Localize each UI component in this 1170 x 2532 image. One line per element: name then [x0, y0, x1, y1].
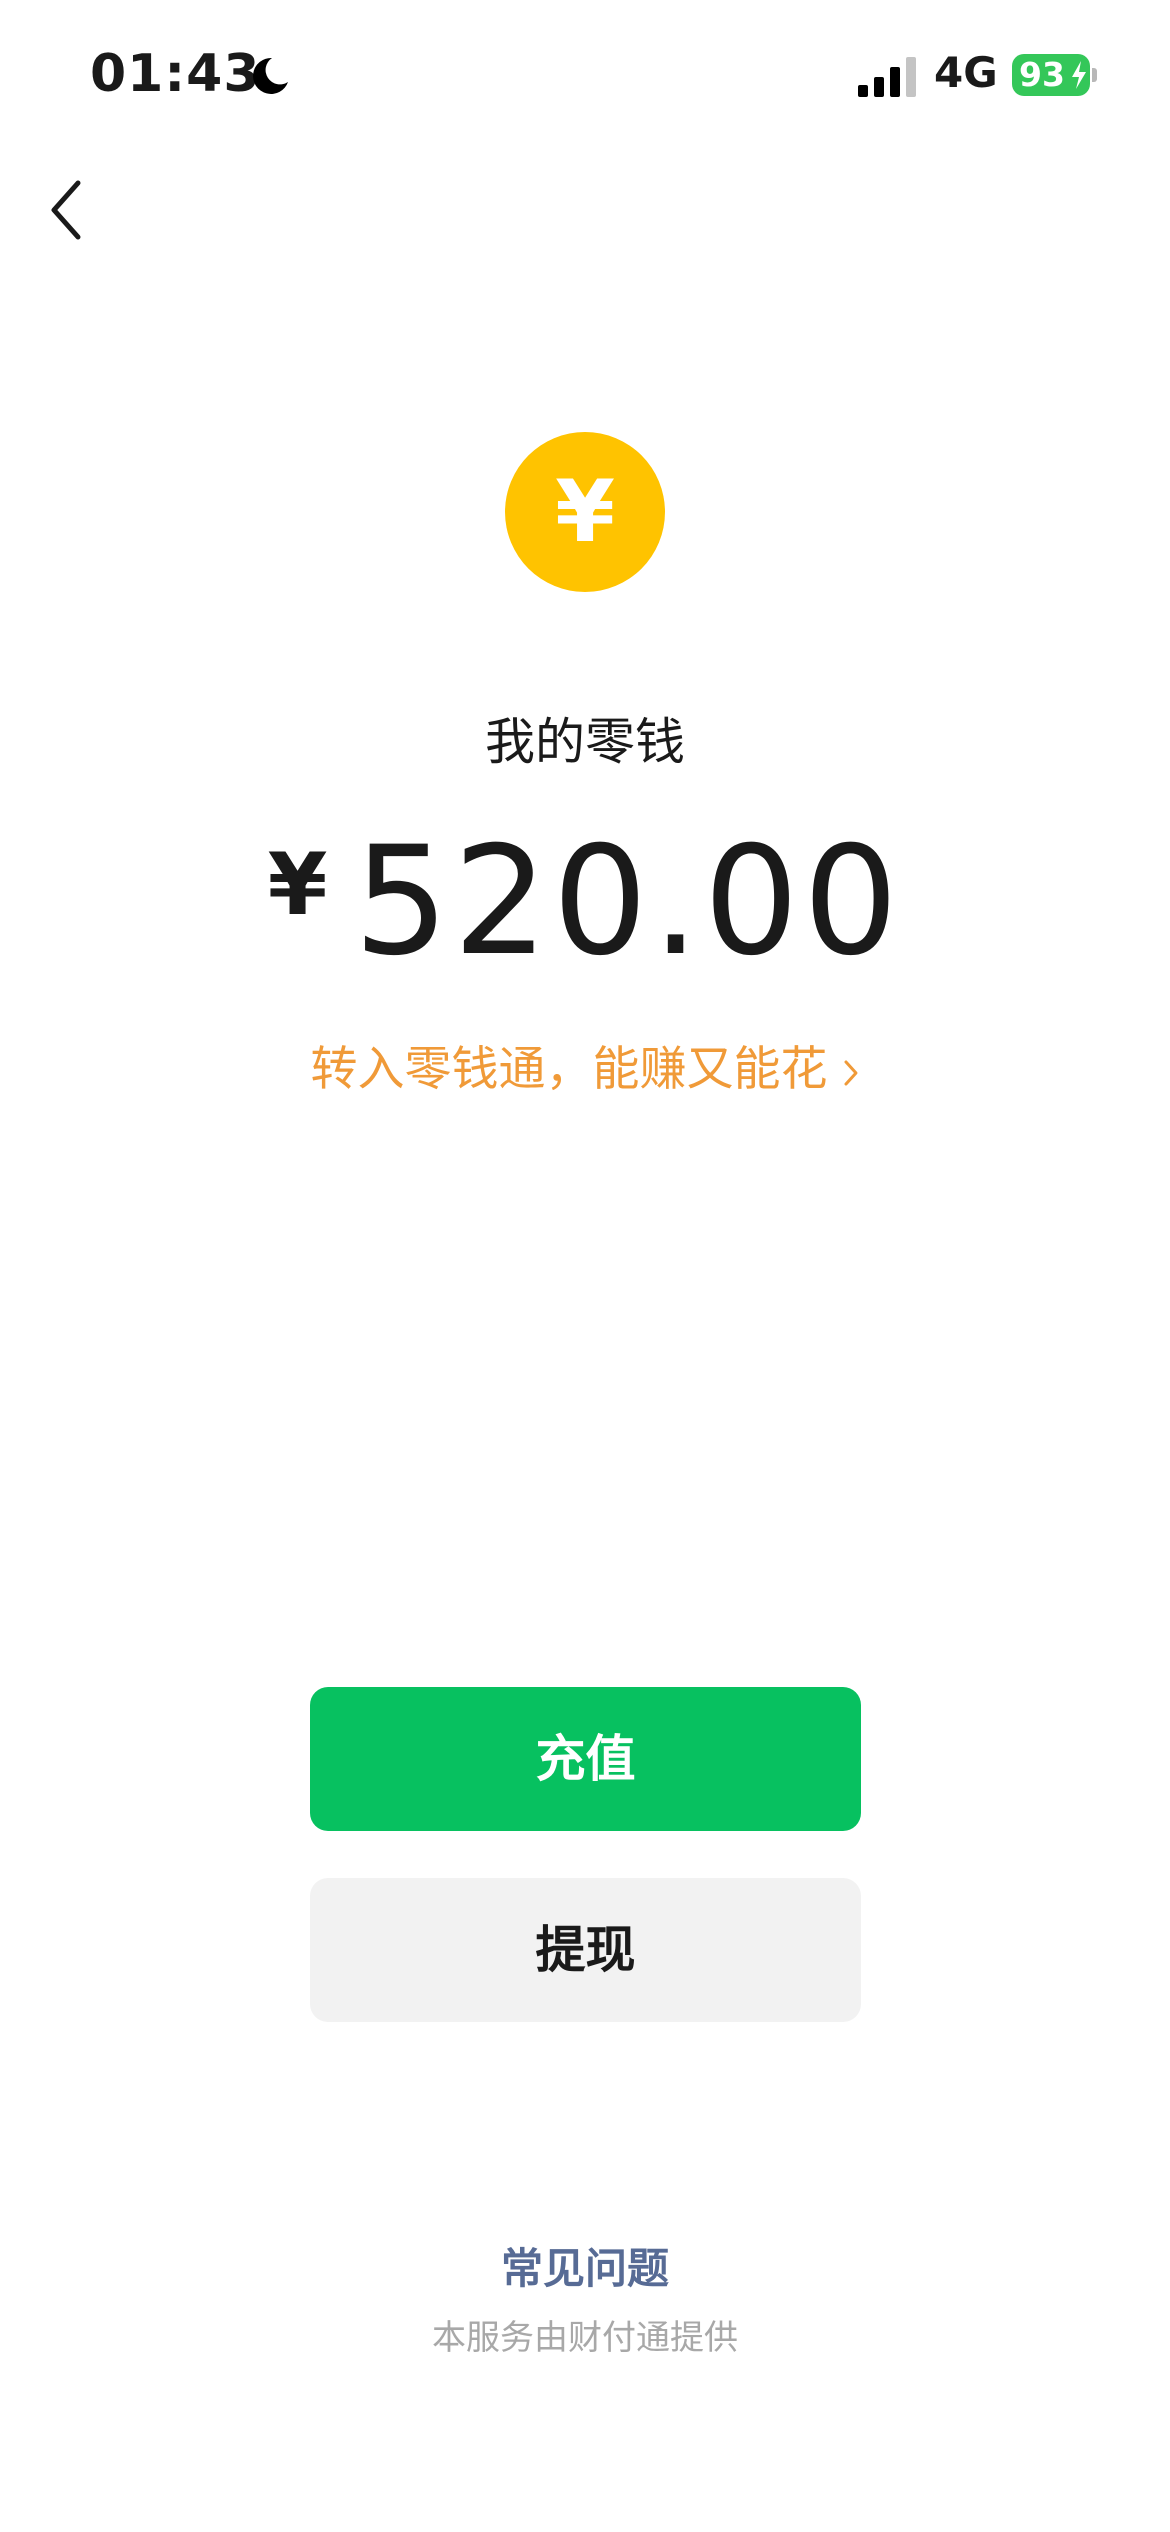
battery-level: 93	[1019, 55, 1065, 94]
chevron-right-icon	[844, 1060, 857, 1085]
promo-text: 转入零钱通，能赚又能花	[310, 1042, 828, 1097]
status-time: 01:43	[90, 44, 261, 104]
provider-text: 本服务由财付通提供	[432, 2318, 738, 2358]
battery-cap	[1092, 68, 1097, 82]
topup-button[interactable]: 充值	[310, 1687, 861, 1831]
wallet-balance-page: 01:43 4G 93 ¥ 我的零钱 ¥520.00 转入零钱通，能赚又能花 充…	[0, 0, 1170, 2532]
status-bar: 01:43 4G 93	[0, 0, 1170, 150]
page-title: 我的零钱	[485, 713, 685, 771]
moon-icon	[253, 57, 288, 94]
faq-link[interactable]: 常见问题	[0, 2235, 1170, 2296]
signal-icon	[858, 57, 916, 97]
coin-icon: ¥	[505, 432, 665, 592]
balance-value: 520.00	[353, 815, 903, 989]
promo-link[interactable]: 转入零钱通，能赚又能花	[0, 1030, 1170, 1099]
chevron-left-icon[interactable]	[42, 175, 92, 245]
battery-indicator: 93	[1012, 54, 1090, 96]
withdraw-button[interactable]: 提现	[310, 1878, 861, 2022]
charging-bolt-icon	[1072, 61, 1086, 89]
currency-symbol: ¥	[267, 835, 328, 935]
network-type: 4G	[934, 48, 998, 97]
balance-amount: ¥520.00	[0, 815, 1170, 989]
